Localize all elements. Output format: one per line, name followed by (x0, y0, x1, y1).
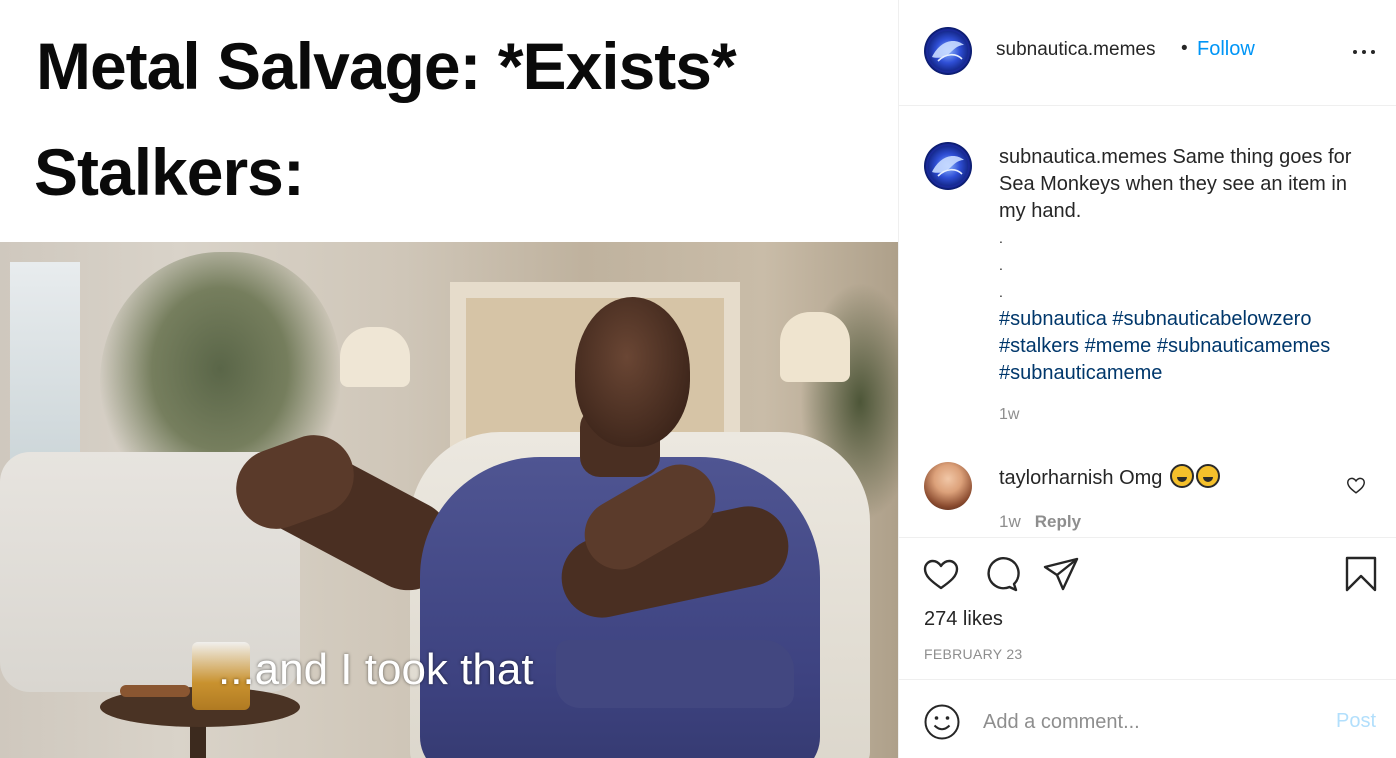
caption-username[interactable]: subnautica.memes (999, 146, 1167, 168)
follow-button[interactable]: Follow (1197, 38, 1255, 61)
post-side-panel: subnautica.memes • Follow subnautica.mem… (898, 0, 1396, 758)
caption-hashtags[interactable]: #subnautica #subnauticabelowzero #stalke… (999, 308, 1330, 384)
redaction-scribble (556, 640, 794, 708)
meme-line-1: Metal Salvage: *Exists* (36, 29, 737, 103)
person-head (575, 297, 690, 447)
post-actions: 274 likes FEBRUARY 23 (899, 537, 1396, 680)
comment-input[interactable] (983, 705, 1303, 739)
caption-text: subnautica.memes Same thing goes for Sea… (999, 144, 1359, 387)
background-lamp (780, 312, 850, 382)
comment-body: Omg (1119, 467, 1163, 489)
more-options-icon[interactable] (1351, 38, 1377, 64)
meme-subtitle: ...and I took that (218, 645, 534, 694)
comment-like-heart-icon[interactable] (1345, 474, 1367, 496)
meme-photo: ...and I took that (0, 242, 898, 758)
heart-icon[interactable] (921, 554, 961, 594)
comment-username[interactable]: taylorharnish (999, 467, 1114, 489)
share-icon[interactable] (1041, 554, 1081, 594)
caption-timestamp[interactable]: 1w (999, 406, 1019, 424)
caption-dot: . (999, 257, 1003, 273)
stalker-logo-icon (926, 29, 970, 73)
caption-dot: . (999, 284, 1003, 300)
comment-meta: 1w Reply (999, 512, 1081, 532)
comment-icon[interactable] (981, 554, 1021, 594)
separator-dot: • (1181, 38, 1188, 59)
comment-timestamp[interactable]: 1w (999, 512, 1021, 531)
post-comment-button[interactable]: Post (1336, 710, 1376, 733)
rofl-emoji-icon (1169, 464, 1194, 488)
meme-line-2: Stalkers: (34, 135, 305, 209)
caption-dot: . (999, 230, 1003, 246)
bookmark-icon[interactable] (1341, 554, 1381, 594)
emoji-smiley-icon[interactable] (923, 703, 961, 741)
reply-button[interactable]: Reply (1035, 512, 1081, 531)
cigar (120, 685, 190, 697)
post-media[interactable]: Metal Salvage: *Exists* Stalkers: ...and… (0, 0, 898, 758)
post-header: subnautica.memes • Follow (899, 0, 1396, 106)
comment-item: taylorharnish Omg 1w Reply (899, 462, 1396, 537)
likes-count[interactable]: 274 likes (924, 608, 1003, 631)
stalker-logo-icon (926, 144, 970, 188)
profile-avatar[interactable] (924, 27, 972, 75)
meme-caption-area: Metal Salvage: *Exists* Stalkers: (0, 0, 898, 242)
add-comment-bar: Post (899, 681, 1396, 758)
rofl-emoji-icon (1195, 464, 1220, 488)
header-username[interactable]: subnautica.memes (996, 39, 1155, 61)
background-lamp (340, 327, 410, 387)
post-date[interactable]: FEBRUARY 23 (924, 646, 1023, 662)
caption-avatar[interactable] (924, 142, 972, 190)
commenter-avatar[interactable] (924, 462, 972, 510)
comment-text: taylorharnish Omg (999, 464, 1220, 490)
